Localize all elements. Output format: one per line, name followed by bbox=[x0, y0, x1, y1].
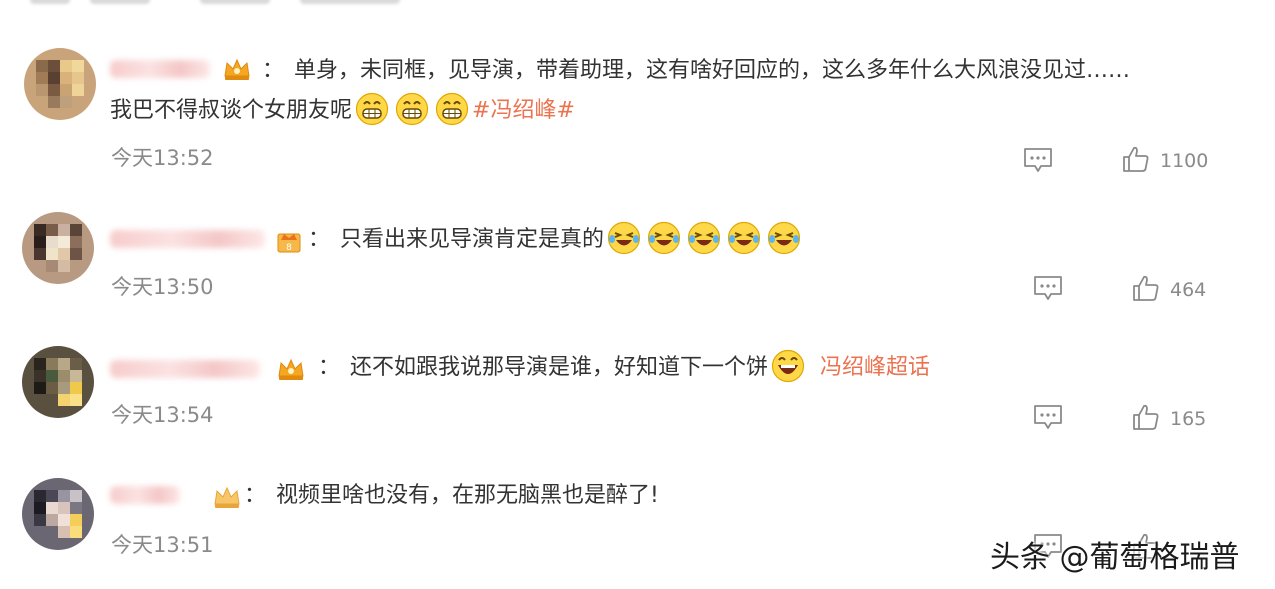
comment-time: 今天13:51 bbox=[111, 533, 214, 557]
grin-emoji-icon bbox=[395, 92, 429, 126]
thumbs-up-icon[interactable] bbox=[1122, 145, 1150, 173]
grin-emoji-icon bbox=[355, 92, 389, 126]
comment-text-line1: 只看出来见导演肯定是真的 bbox=[340, 227, 605, 252]
comment-time: 今天13:52 bbox=[111, 146, 214, 170]
thumbs-up-icon[interactable] bbox=[1132, 403, 1160, 431]
comment-time: 今天13:54 bbox=[111, 403, 214, 427]
avatar[interactable] bbox=[24, 48, 96, 120]
comment-text-line1: 单身，未同框，见导演，带着助理，这有啥好回应的，这么多年什么大风浪没见过…… bbox=[294, 58, 1131, 83]
laugh-cry-emoji-icon bbox=[607, 221, 641, 255]
colon: ： bbox=[318, 355, 341, 380]
username-blurred[interactable] bbox=[110, 60, 210, 78]
avatar[interactable] bbox=[22, 346, 94, 418]
laugh-cry-emoji-icon bbox=[647, 221, 681, 255]
laughing-emoji-icon bbox=[771, 349, 805, 383]
laugh-cry-emoji-icon bbox=[767, 221, 801, 255]
comment-text: ： 视频里啥也没有，在那无脑黑也是醉了! bbox=[244, 481, 659, 511]
username-blurred[interactable] bbox=[110, 486, 180, 504]
username-blurred[interactable] bbox=[110, 230, 265, 248]
thumbs-up-icon[interactable] bbox=[1132, 274, 1160, 302]
comment-text-cont: 我巴不得叔谈个女朋友呢 #冯绍峰# bbox=[110, 92, 575, 126]
watermark: 头条 @葡萄格瑞普 bbox=[990, 540, 1240, 575]
avatar[interactable] bbox=[22, 212, 94, 284]
laugh-cry-emoji-icon bbox=[687, 221, 721, 255]
reply-comment-icon[interactable] bbox=[1032, 274, 1064, 302]
crown-badge-icon bbox=[278, 358, 304, 380]
username-blurred[interactable] bbox=[110, 360, 260, 378]
reply-comment-icon[interactable] bbox=[1032, 403, 1064, 431]
comment-text-line1: 还不如跟我说那导演是谁，好知道下一个饼 bbox=[350, 355, 769, 380]
comment-text: ： 单身，未同框，见导演，带着助理，这有啥好回应的，这么多年什么大风浪没见过…… bbox=[262, 56, 1130, 86]
grin-emoji-icon bbox=[435, 92, 469, 126]
super-topic-link[interactable]: 冯绍峰超话 bbox=[820, 355, 930, 380]
like-count: 1100 bbox=[1160, 150, 1209, 172]
like-count: 165 bbox=[1170, 408, 1207, 430]
topic-tag-link[interactable]: #冯绍峰# bbox=[472, 98, 575, 123]
comment-time: 今天13:50 bbox=[111, 275, 214, 299]
colon: ： bbox=[262, 58, 285, 83]
svg-text:8: 8 bbox=[286, 243, 292, 253]
comment-text-line1: 视频里啥也没有，在那无脑黑也是醉了! bbox=[276, 483, 659, 508]
crown-badge-icon bbox=[224, 58, 250, 80]
comment-text-line2: 我巴不得叔谈个女朋友呢 bbox=[110, 98, 353, 123]
avatar[interactable] bbox=[22, 478, 94, 550]
comment-text: ： 只看出来见导演肯定是真的 bbox=[308, 221, 804, 255]
crown-badge-icon: 8 bbox=[277, 233, 301, 253]
cropped-previous-row bbox=[0, 0, 1275, 8]
crown-badge-icon bbox=[214, 486, 240, 508]
like-count: 464 bbox=[1170, 279, 1207, 301]
laugh-cry-emoji-icon bbox=[727, 221, 761, 255]
colon: ： bbox=[308, 227, 331, 252]
colon: ： bbox=[244, 483, 267, 508]
reply-comment-icon[interactable] bbox=[1022, 146, 1054, 174]
comment-text: ： 还不如跟我说那导演是谁，好知道下一个饼 冯绍峰超话 bbox=[318, 349, 930, 383]
